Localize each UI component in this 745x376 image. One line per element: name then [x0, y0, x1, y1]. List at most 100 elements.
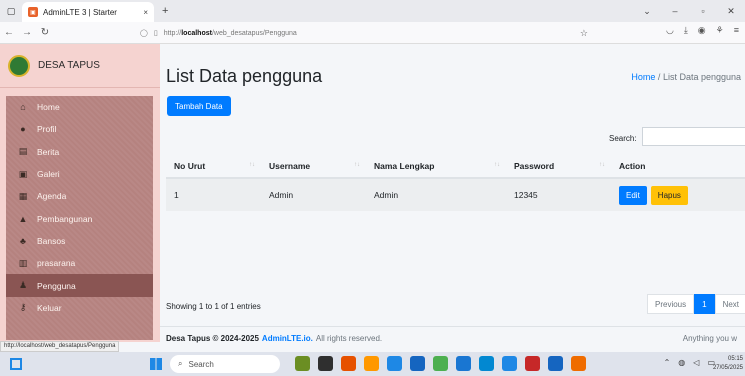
tab-list-icon[interactable]: ⌄ — [633, 6, 661, 17]
column-header-no-urut[interactable]: No Urut ↑↓ — [166, 154, 261, 179]
sidebar-item-profil[interactable]: ● Profil — [6, 118, 153, 140]
volume-icon[interactable]: ◁ — [693, 358, 699, 367]
footer: Desa Tapus © 2024-2025 AdminLTE.io. All … — [160, 326, 745, 350]
sidebar-item-galeri[interactable]: ▣ Galeri — [6, 163, 153, 185]
status-url: http://localhost/web_desatapus/Pengguna — [0, 341, 120, 352]
column-header-nama-lengkap[interactable]: Nama Lengkap ↑↓ — [366, 154, 506, 179]
menu-icon[interactable]: ≡ — [734, 25, 739, 36]
cell-no: 1 — [166, 178, 261, 211]
sidebar-item-label: Berita — [37, 146, 60, 157]
browser-nav-bar: ← → ↻ ◯ ▯ http://localhost/web_desatapus… — [0, 22, 745, 44]
sidebar-item-pengguna[interactable]: ♟ Pengguna — [6, 274, 153, 297]
sidebar-item-agenda[interactable]: ▦ Agenda — [6, 185, 153, 207]
forward-icon[interactable]: → — [18, 27, 36, 38]
taskbar-app-icon[interactable] — [433, 356, 448, 371]
bookmark-star-icon[interactable]: ☆ — [580, 28, 588, 39]
taskbar-app-icon[interactable] — [571, 356, 586, 371]
taskbar-app-icon[interactable] — [410, 356, 425, 371]
taskbar-apps — [295, 356, 586, 371]
clock-date: 27/05/2025 — [712, 365, 743, 371]
page-icon: ▯ — [153, 30, 158, 37]
tab-title: AdminLTE 3 | Starter — [43, 7, 117, 17]
network-icon[interactable]: ◍ — [678, 358, 685, 367]
table-header-row: No Urut ↑↓ Username ↑↓ Nama Lengkap ↑↓ Passwor… — [166, 154, 745, 179]
new-tab-button[interactable]: + — [162, 5, 168, 17]
extensions-icon[interactable]: ⚘ — [716, 25, 724, 36]
column-header-action[interactable]: Action↑↓ — [611, 154, 745, 179]
cell-nama: Admin — [366, 178, 506, 211]
cell-username: Admin — [261, 178, 366, 211]
facility-icon: ▥ — [18, 257, 28, 268]
minimize-icon[interactable]: – — [661, 6, 689, 16]
column-header-username[interactable]: Username ↑↓ — [261, 154, 366, 179]
start-icon[interactable] — [150, 358, 162, 370]
footer-brand-link[interactable]: AdminLTE.io. — [262, 334, 313, 343]
reload-icon[interactable]: ↻ — [36, 27, 54, 38]
sidebar-item-keluar[interactable]: ⚷ Keluar — [6, 297, 153, 319]
pagination-page-1[interactable]: 1 — [694, 294, 715, 314]
edit-button[interactable]: Edit — [619, 185, 647, 205]
tab-close-icon[interactable]: × — [143, 8, 148, 17]
user-table: No Urut ↑↓ Username ↑↓ Nama Lengkap ↑↓ Passwor… — [166, 154, 745, 211]
taskbar-app-icon[interactable] — [295, 356, 310, 371]
table-info: Showing 1 to 1 of 1 entries — [166, 302, 261, 311]
pocket-icon[interactable]: ◡ — [666, 25, 674, 36]
table-body: 1 Admin Admin 12345 Edit Hapus — [166, 178, 745, 211]
pagination-previous[interactable]: Previous — [647, 294, 695, 314]
taskbar-app-icon[interactable] — [341, 356, 356, 371]
sidebar-item-label: Pembangunan — [37, 213, 93, 224]
favicon-icon: ▣ — [28, 7, 38, 17]
search-icon: ⌕ — [178, 359, 183, 368]
tray-chevron-icon[interactable]: ⌃ — [664, 358, 671, 367]
sidebar-item-label: prasarana — [37, 258, 76, 269]
key-icon: ⚷ — [19, 302, 27, 313]
window-menu-icon[interactable]: ▢ — [0, 0, 22, 22]
taskbar-app-icon[interactable] — [364, 356, 379, 371]
sidebar-item-pembangunan[interactable]: ▲ Pembangunan — [6, 207, 153, 229]
sidebar-item-label: Profil — [37, 124, 57, 135]
browser-tab[interactable]: ▣ AdminLTE 3 | Starter × — [22, 2, 154, 22]
taskbar-app-icon[interactable] — [479, 356, 494, 371]
footer-right-text: Anything you w — [682, 334, 737, 343]
url-text: http://localhost/web_desatapus/Pengguna — [163, 29, 297, 37]
download-icon[interactable]: ⤓ — [684, 25, 688, 36]
sidebar-item-home[interactable]: ⌂ Home — [6, 96, 153, 118]
breadcrumb-current: List Data pengguna — [662, 72, 741, 82]
table-row: 1 Admin Admin 12345 Edit Hapus — [166, 178, 745, 211]
sidebar-item-label: Pengguna — [37, 280, 76, 291]
column-header-label: No Urut — [174, 160, 206, 171]
system-tray: ⌃ ◍ ◁ ▭ — [664, 358, 715, 367]
calendar-icon: ▦ — [18, 190, 28, 201]
taskbar-search[interactable]: ⌕ Search — [170, 355, 280, 373]
clock[interactable]: 05:15 27/05/2025 — [713, 355, 743, 373]
search-input[interactable] — [642, 127, 745, 146]
data-table-card: Search: No Urut ↑↓ Username ↑↓ Nama Lengkap ↑… — [160, 124, 745, 314]
taskbar-app-icon[interactable] — [548, 356, 563, 371]
pagination: Previous 1 Next — [647, 294, 745, 314]
footer-rights: All rights reserved. — [315, 334, 383, 343]
sidebar-item-berita[interactable]: ▤ Berita — [6, 141, 153, 163]
sidebar-item-bansos[interactable]: ♣ Bansos — [6, 230, 153, 252]
profile-icon: ● — [20, 124, 26, 135]
maximize-icon[interactable]: ▫ — [689, 6, 717, 16]
footer-copyright: Desa Tapus © 2024-2025 — [166, 334, 259, 343]
delete-button[interactable]: Hapus — [650, 185, 688, 205]
column-header-password[interactable]: Password ↑↓ — [506, 154, 611, 179]
taskbar-app-icon[interactable] — [456, 356, 471, 371]
back-icon[interactable]: ← — [0, 27, 18, 38]
close-window-icon[interactable]: ✕ — [717, 6, 745, 17]
sidebar-item-prasarana[interactable]: ▥ prasarana — [6, 252, 153, 274]
breadcrumb-home-link[interactable]: Home — [631, 72, 655, 82]
widgets-icon[interactable] — [10, 358, 22, 370]
taskbar-app-icon[interactable] — [387, 356, 402, 371]
taskbar-app-icon[interactable] — [502, 356, 517, 371]
add-data-button[interactable]: Tambah Data — [167, 96, 231, 116]
brand-link[interactable]: DESA TAPUS — [0, 44, 160, 88]
shield-icon: ◯ — [140, 30, 148, 37]
home-icon: ⌂ — [20, 102, 26, 113]
url-bar[interactable]: ◯ ▯ http://localhost/web_desatapus/Pengg… — [140, 25, 588, 41]
taskbar-app-icon[interactable] — [525, 356, 540, 371]
taskbar-app-icon[interactable] — [318, 356, 333, 371]
account-icon[interactable]: ◉ — [698, 25, 706, 36]
pagination-next[interactable]: Next — [714, 294, 745, 314]
